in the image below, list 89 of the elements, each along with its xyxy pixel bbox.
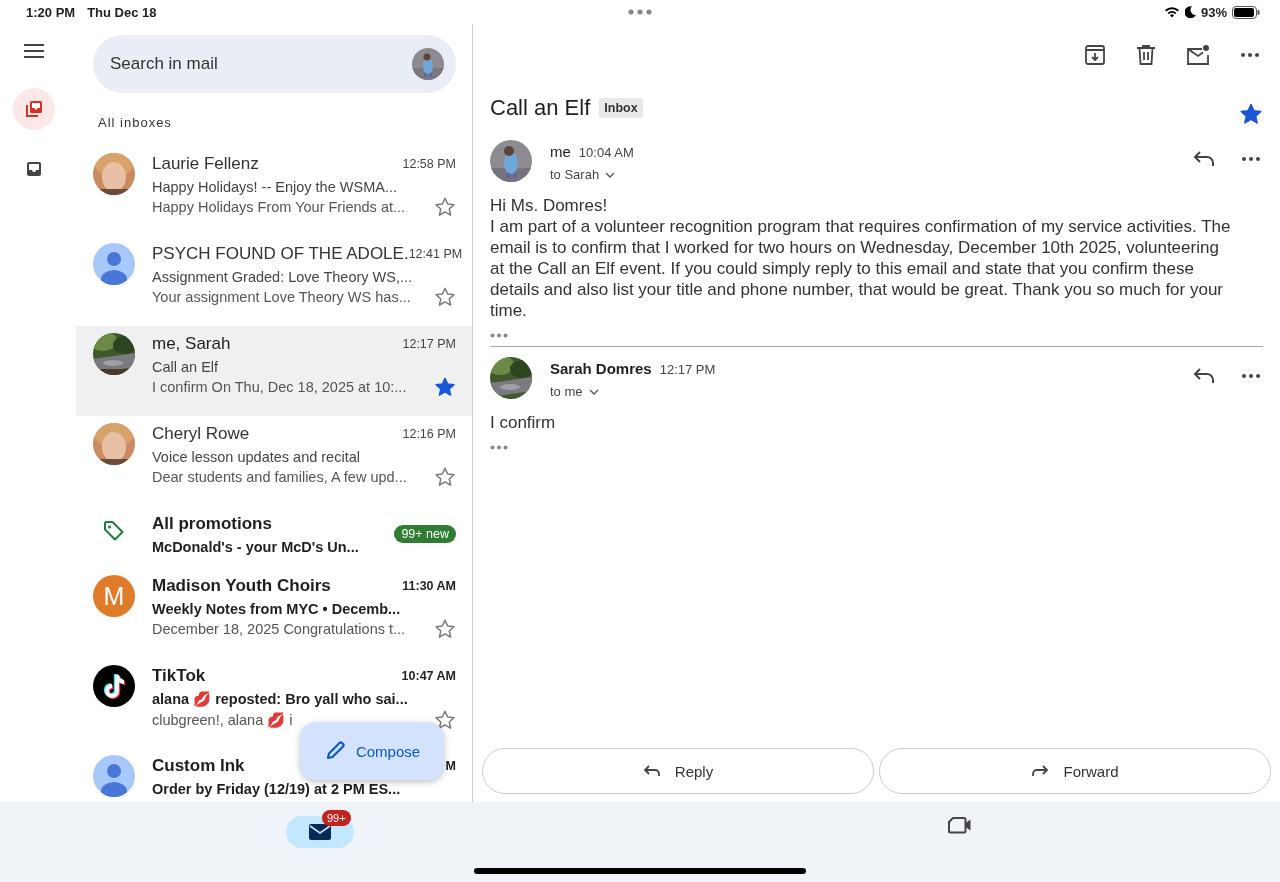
thread-snippet: clubgreen!, alana 💋 i bbox=[152, 711, 293, 729]
sender-name: Laurie Fellenz bbox=[152, 154, 259, 174]
thread-subject: alana 💋 reposted: Bro yall who sai... bbox=[152, 691, 409, 708]
star-icon[interactable] bbox=[434, 466, 456, 488]
promotions-row[interactable]: All promotions McDonald's - your McD's Un... 99+ new bbox=[76, 506, 472, 568]
label-chip: Inbox bbox=[599, 98, 643, 118]
battery-percent: 93% bbox=[1200, 4, 1227, 20]
forward-icon bbox=[1031, 764, 1050, 778]
thread-time: M bbox=[445, 759, 456, 773]
music-note-icon bbox=[93, 665, 135, 707]
thread-time: 12:58 PM bbox=[402, 157, 456, 171]
star-icon[interactable] bbox=[1239, 102, 1263, 126]
compose-button[interactable]: Compose bbox=[300, 722, 444, 780]
more-icon[interactable] bbox=[1241, 156, 1261, 162]
reply-button[interactable]: Reply bbox=[482, 748, 874, 794]
moon-icon bbox=[1184, 6, 1196, 18]
status-date: Thu Dec 18 bbox=[87, 4, 157, 20]
reply-icon[interactable] bbox=[1193, 367, 1215, 385]
recipients-toggle[interactable]: to me bbox=[550, 384, 599, 399]
conversation-title: Call an Elf bbox=[490, 95, 591, 121]
chevron-down-icon bbox=[605, 171, 616, 178]
reply-icon[interactable] bbox=[1193, 150, 1215, 168]
sender-name: me, Sarah bbox=[152, 334, 231, 354]
selected-row-highlight[interactable]: me, Sarah 12:17 PM Call an Elf I confirm On Thu, Dec 18, 2025 at 10:... bbox=[76, 326, 472, 416]
thread-snippet: December 18, 2025 Congratulations t... bbox=[152, 621, 406, 637]
mail-tab[interactable] bbox=[286, 816, 354, 848]
unread-badge: 99+ bbox=[322, 810, 351, 826]
thread-subject: McDonald's - your McD's Un... bbox=[152, 539, 359, 555]
sender-name: Cheryl Rowe bbox=[152, 424, 250, 444]
thread-time: 11:30 AM bbox=[402, 579, 456, 593]
star-icon[interactable] bbox=[434, 618, 456, 640]
thread-time: 12:17 PM bbox=[402, 337, 456, 351]
sender-name: Madison Youth Choirs bbox=[152, 576, 331, 596]
avatar-letter: M bbox=[93, 575, 135, 617]
thread-subject: Assignment Graded: Love Theory WS,... bbox=[152, 269, 414, 285]
status-time: 1:20 PM bbox=[26, 4, 76, 20]
message-text: Hi Ms. Domres! bbox=[490, 195, 609, 216]
archive-icon[interactable] bbox=[1084, 44, 1106, 66]
mark-unread-icon[interactable] bbox=[1186, 44, 1210, 66]
more-icon[interactable] bbox=[1241, 373, 1261, 379]
reply-icon bbox=[642, 764, 661, 778]
thread-snippet: I confirm On Thu, Dec 18, 2025 at 10:... bbox=[152, 379, 407, 395]
all-inboxes-icon bbox=[25, 100, 43, 118]
section-label: All inboxes bbox=[98, 115, 173, 130]
star-icon[interactable] bbox=[434, 286, 456, 308]
search-field[interactable]: Search in mail bbox=[93, 35, 456, 93]
recipients-toggle[interactable]: to Sarah bbox=[550, 167, 616, 182]
thread-subject: Call an Elf bbox=[152, 359, 220, 375]
mail-icon bbox=[309, 823, 331, 841]
multitasking-icon[interactable] bbox=[628, 9, 652, 15]
thread-time: 12:41 PM bbox=[408, 247, 463, 261]
message-text: I confirm bbox=[490, 412, 557, 433]
person-icon bbox=[93, 755, 135, 797]
message-text: I am part of a volunteer recognition program that requires confirmation of my service activities. The email is to confirm that I worked for two hours on Wednesday, December 10th 2025, volunteering at the Call an Elf event. If you could simply reply to this email and state that you confirm these details and also list your title and phone number, that would be great. Thank you so much for your time. bbox=[490, 216, 1232, 321]
thread-snippet: Dear students and families, A few upd... bbox=[152, 469, 407, 485]
star-icon[interactable] bbox=[434, 376, 456, 398]
message-sender: me bbox=[550, 143, 571, 160]
tag-icon bbox=[103, 520, 125, 542]
sender-name: PSYCH FOUND OF THE ADOLE. bbox=[152, 244, 409, 264]
video-icon[interactable] bbox=[948, 816, 972, 834]
new-count-badge: 99+ new bbox=[394, 524, 456, 543]
forward-button[interactable]: Forward bbox=[879, 748, 1271, 794]
thread-time: 12:16 PM bbox=[402, 427, 456, 441]
thread-snippet: Happy Holidays From Your Friends at... bbox=[152, 199, 406, 215]
thread-subject: Voice lesson updates and recital bbox=[152, 449, 361, 465]
trash-icon[interactable] bbox=[1136, 44, 1156, 66]
thread-snippet: Your assignment Love Theory WS has... bbox=[152, 289, 411, 305]
promotions-title: All promotions bbox=[152, 514, 272, 534]
star-icon[interactable] bbox=[434, 196, 456, 218]
sender-name: TikTok bbox=[152, 666, 206, 686]
thread-subject: Weekly Notes from MYC • Decemb... bbox=[152, 601, 402, 617]
show-trimmed-icon[interactable] bbox=[490, 333, 508, 338]
message-sender: Sarah Domres bbox=[550, 360, 652, 377]
thread-subject: Happy Holidays! -- Enjoy the WSMA... bbox=[152, 179, 398, 195]
message-time: 12:17 PM bbox=[659, 362, 716, 377]
all-inboxes-button[interactable] bbox=[13, 88, 55, 130]
battery-icon bbox=[1232, 5, 1260, 19]
inbox-icon bbox=[26, 161, 42, 177]
star-icon[interactable] bbox=[434, 709, 456, 731]
wifi-icon bbox=[1163, 6, 1180, 18]
message-time: 10:04 AM bbox=[578, 145, 634, 160]
menu-icon[interactable] bbox=[24, 44, 44, 58]
show-trimmed-icon[interactable] bbox=[490, 445, 508, 450]
more-icon[interactable] bbox=[1240, 52, 1260, 58]
sender-name: Custom Ink bbox=[152, 756, 245, 776]
person-icon bbox=[93, 243, 135, 285]
thread-subject: Order by Friday (12/19) at 2 PM ES... bbox=[152, 781, 402, 797]
thread-time: 10:47 AM bbox=[401, 669, 456, 683]
chevron-down-icon bbox=[588, 388, 599, 395]
